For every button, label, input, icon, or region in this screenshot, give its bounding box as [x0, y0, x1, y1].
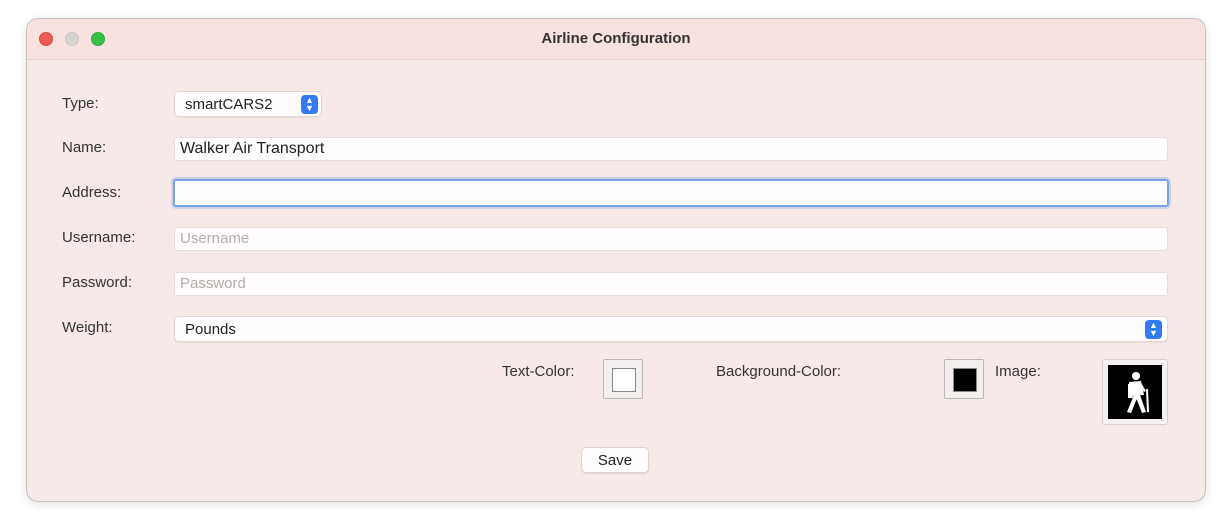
window-title: Airline Configuration: [541, 30, 691, 47]
password-label: Password:: [62, 274, 133, 291]
hiker-icon: [1108, 365, 1162, 419]
text-color-label: Text-Color:: [502, 363, 575, 380]
type-label: Type:: [62, 95, 99, 112]
image-label: Image:: [995, 363, 1041, 380]
image-well[interactable]: [1102, 359, 1168, 425]
text-color-swatch: [612, 368, 636, 392]
address-field[interactable]: [173, 179, 1169, 207]
background-color-swatch: [953, 368, 977, 392]
username-label: Username:: [62, 229, 136, 246]
title-bar: Airline Configuration: [27, 19, 1205, 60]
type-popup-value: smartCARS2: [185, 96, 273, 113]
type-popup-chevron-icon: ▲ ▼: [301, 95, 318, 114]
save-button[interactable]: Save: [581, 447, 649, 473]
weight-label: Weight:: [62, 319, 113, 336]
airline-configuration-window: Airline Configuration Type: smartCARS2 ▲…: [26, 18, 1206, 502]
username-field[interactable]: [174, 227, 1168, 251]
password-field[interactable]: [174, 272, 1168, 296]
type-popup[interactable]: smartCARS2 ▲ ▼: [174, 91, 322, 117]
weight-popup[interactable]: Pounds ▲ ▼: [174, 316, 1168, 342]
background-color-label: Background-Color:: [716, 363, 842, 380]
background-color-well[interactable]: [944, 359, 984, 399]
address-label: Address:: [62, 184, 122, 201]
weight-popup-value: Pounds: [185, 321, 236, 338]
name-label: Name:: [62, 139, 107, 156]
weight-popup-chevron-icon: ▲ ▼: [1145, 320, 1162, 339]
name-field[interactable]: [174, 137, 1168, 161]
text-color-well[interactable]: [603, 359, 643, 399]
